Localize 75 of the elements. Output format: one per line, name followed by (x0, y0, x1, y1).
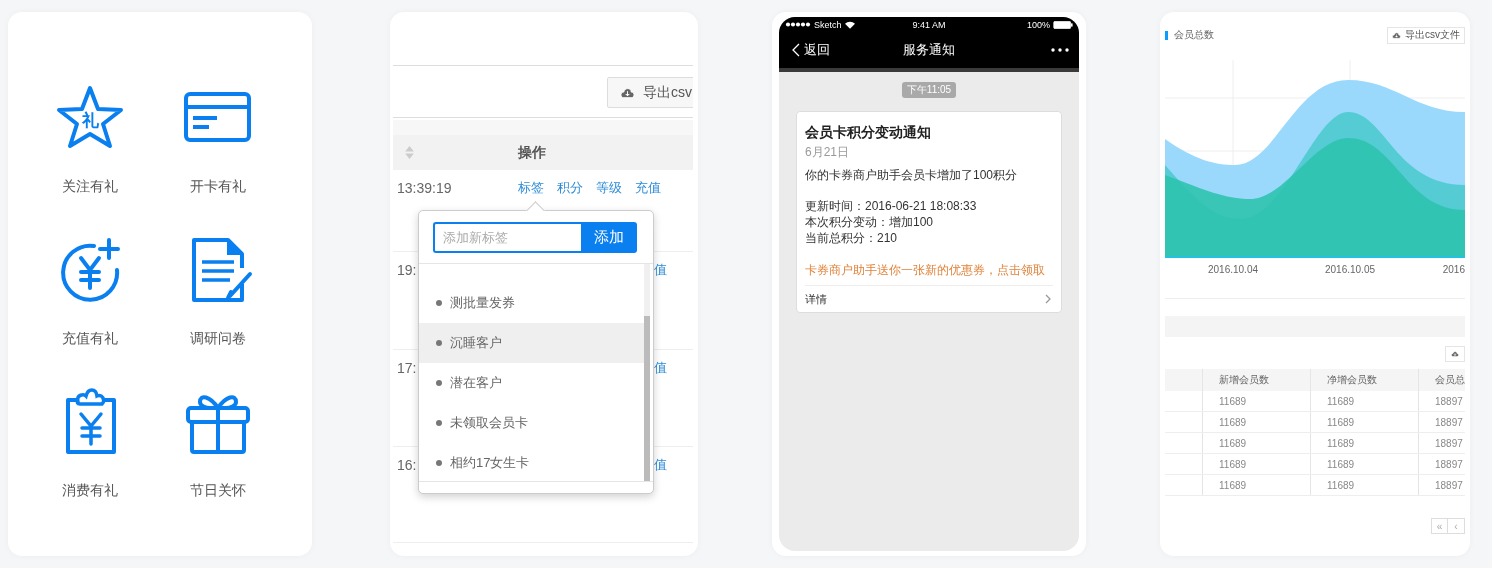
download-button[interactable] (1445, 346, 1465, 362)
battery-text: 100% (1026, 19, 1050, 30)
message-date: 6月21日 (805, 144, 851, 161)
action-link[interactable]: 充值 (635, 179, 661, 197)
back-button[interactable]: 返回 (792, 41, 830, 59)
table-cell: 11689 (1203, 391, 1311, 411)
action-link[interactable]: 等级 (596, 179, 622, 197)
table-cell-text: 18897 (1434, 457, 1464, 472)
detail-line: 当前总积分：210 (805, 230, 899, 246)
chevron-right-icon (1045, 294, 1051, 304)
action-link[interactable]: 标签 (518, 179, 544, 197)
battery-icon (1053, 20, 1073, 29)
feature-label[interactable]: 节日关怀 (190, 482, 246, 500)
action-link[interactable]: 值 (654, 456, 667, 474)
tag-input[interactable]: 添加新标签 (435, 224, 581, 251)
details-row[interactable]: 详情 (805, 285, 1053, 312)
tag-item[interactable]: 沉睡客户 (419, 323, 645, 363)
action-link[interactable]: 值 (654, 359, 667, 377)
feature-label[interactable]: 消费有礼 (62, 482, 118, 500)
icon-glyph: 礼 (81, 111, 99, 130)
carrier-text: Sketch (814, 19, 842, 30)
column-header: 净增会员数 (1311, 369, 1419, 391)
wifi-icon (844, 20, 855, 29)
table-cell-text: 18897 (1434, 415, 1464, 430)
title-marker (1165, 30, 1168, 40)
more-icon[interactable] (1051, 48, 1069, 52)
table-cell: 11689 (1203, 454, 1311, 474)
tag-item[interactable]: 潜在客户 (419, 363, 645, 403)
nav-title: 服务通知 (903, 41, 955, 59)
column-header: 操作 (518, 143, 546, 162)
table-cell: 11689 (1311, 433, 1419, 453)
cloud-download-icon (620, 86, 635, 99)
table-cell: 11689 (1311, 391, 1419, 411)
tag-item[interactable]: 相约17女生卡 (419, 443, 645, 483)
action-link[interactable]: 积分 (557, 179, 583, 197)
tag-item[interactable]: 未领取会员卡 (419, 403, 645, 443)
column-header: 新增会员数 (1203, 369, 1311, 391)
detail-line: 本次积分变动：增加100 (805, 214, 935, 230)
table-cell: 11689 (1203, 475, 1311, 495)
axis-label: 2016.10.05 (1323, 264, 1377, 277)
cloud-download-icon (1392, 31, 1401, 39)
table-cell-text: 18897 (1434, 478, 1464, 493)
panel-title: 会员总数 (1174, 28, 1214, 42)
signal-icon (785, 22, 811, 27)
tag-item[interactable]: 测批量发券 (419, 283, 645, 323)
export-button[interactable]: 导出csv文件 (1387, 26, 1465, 44)
table-cell-text: 18897 (1434, 436, 1464, 451)
feature-label[interactable]: 充值有礼 (62, 330, 118, 348)
feature-label[interactable]: 开卡有礼 (190, 178, 246, 196)
back-chevron-icon (792, 43, 800, 57)
column-header: 会员总 (1434, 373, 1465, 387)
table-cell: 19: (397, 262, 417, 278)
table-cell: 11689 (1203, 412, 1311, 432)
cloud-download-icon (1451, 351, 1459, 357)
message-title: 会员卡积分变动通知 (805, 124, 932, 142)
add-button[interactable]: 添加 (581, 222, 637, 253)
table-cell: 11689 (1311, 412, 1419, 432)
axis-label: 2016.10.04 (1206, 264, 1260, 277)
table-cell: 11689 (1311, 475, 1419, 495)
message-text: 你的卡券商户助手会员卡增加了100积分 (805, 167, 1019, 184)
action-link[interactable]: 值 (654, 261, 667, 279)
detail-line: 更新时间：2016-06-21 18:08:33 (805, 198, 978, 214)
table-cell: 11689 (1311, 454, 1419, 474)
scrollbar[interactable] (644, 264, 650, 481)
table-cell-text: 18897 (1434, 394, 1464, 409)
table-cell: 11689 (1203, 433, 1311, 453)
table-cell: 17: (397, 360, 417, 376)
clock-text: 9:41 AM (912, 19, 946, 30)
table-cell: 13:39:19 (397, 180, 452, 196)
feature-label[interactable]: 调研问卷 (190, 330, 246, 348)
axis-label: 2016 (1442, 264, 1465, 277)
feature-label[interactable]: 关注有礼 (62, 178, 118, 196)
export-button[interactable]: 导出csv (607, 77, 693, 108)
table-cell: 16: (397, 457, 417, 473)
time-badge: 下午11:05 (901, 82, 957, 98)
